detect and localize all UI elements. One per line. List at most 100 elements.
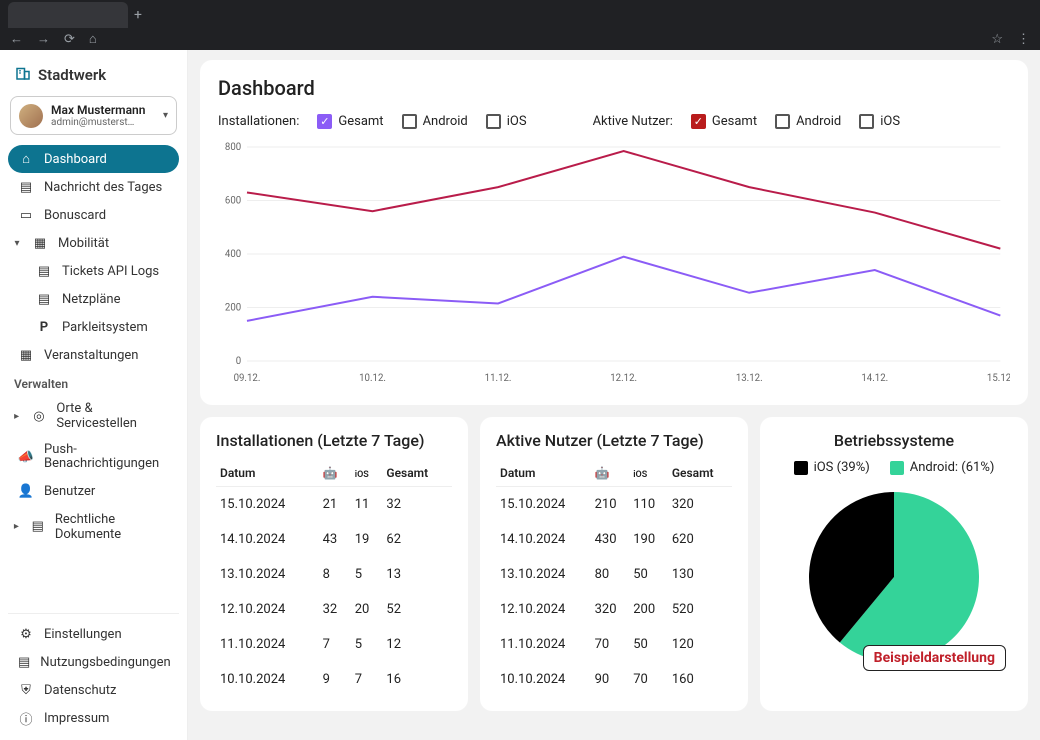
col-gesamt: Gesamt [382,460,452,487]
checkbox-install-ios[interactable]: iOS [486,114,527,129]
filter-aktive-label: Aktive Nutzer: [593,114,673,129]
chevron-down-icon: ▾ [163,110,168,121]
sidebar-item-rechtliche[interactable]: ▸ ▤ Rechtliche Dokumente [8,506,179,548]
sidebar-item-label: Datenschutz [44,683,116,698]
card-title: Aktive Nutzer (Letzte 7 Tage) [496,431,732,450]
table-row: 10.10.20249716 [216,662,452,697]
sidebar-item-label: Dashboard [44,152,107,167]
sidebar-item-nachricht[interactable]: ▤ Nachricht des Tages [8,173,179,201]
message-icon: ▤ [18,179,34,195]
col-ios: iOS [629,460,668,487]
sidebar-item-label: Einstellungen [44,627,122,642]
sidebar-item-bonuscard[interactable]: ▭ Bonuscard [8,201,179,229]
forward-icon[interactable]: → [37,31,50,47]
sidebar-item-veranstaltungen[interactable]: ▦ Veranstaltungen [8,341,179,369]
svg-text:13.12.: 13.12. [736,373,763,384]
page-title: Dashboard [218,76,1010,100]
sidebar-item-label: Rechtliche Dokumente [55,512,169,542]
svg-text:800: 800 [225,142,241,153]
android-icon: 🤖 [595,466,610,480]
sidebar-item-netzplaene[interactable]: ▤ Netzpläne [8,285,179,313]
svg-text:400: 400 [225,249,241,260]
table-row: 11.10.20247050120 [496,627,732,662]
menu-icon[interactable]: ⋮ [1017,32,1030,47]
card-aktive-nutzer: Aktive Nutzer (Letzte 7 Tage) Datum 🤖 iO… [480,417,748,711]
pie-chart: Beispieldarstellung [776,487,1012,667]
table-row: 12.10.2024320200520 [496,592,732,627]
col-gesamt: Gesamt [668,460,732,487]
table-row: 12.10.2024322052 [216,592,452,627]
os-legend: iOS (39%) Android: (61%) [776,460,1012,475]
table-aktive: Datum 🤖 iOS Gesamt 15.10.202421011032014… [496,460,732,697]
filter-installationen-label: Installationen: [218,114,299,129]
sidebar-item-benutzer[interactable]: 👤 Benutzer [8,478,179,506]
terms-icon: ▤ [18,654,30,670]
card-title: Betriebssysteme [776,431,1012,450]
svg-text:09.12.: 09.12. [234,373,261,384]
card-icon: ▭ [18,207,34,223]
new-tab-button[interactable]: + [128,2,148,28]
sidebar-item-label: Push-Benachrichtigungen [44,443,169,472]
card-installationen: Installationen (Letzte 7 Tage) Datum 🤖 i… [200,417,468,711]
star-icon[interactable]: ☆ [991,32,1003,47]
home-icon[interactable]: ⌂ [89,31,97,47]
sidebar-item-push[interactable]: 📣 Push-Benachrichtigungen [8,437,179,478]
brand: Stadtwerk [8,60,179,96]
user-icon: 👤 [18,484,34,500]
sidebar-item-datenschutz[interactable]: ⛨ Datenschutz [8,676,179,704]
document-icon: ▤ [31,519,45,535]
main-content: Dashboard Installationen: ✓Gesamt Androi… [188,50,1040,740]
section-verwalten: Verwalten [8,369,179,395]
sidebar-item-orte[interactable]: ▸ ◎ Orte & Servicestellen [8,395,179,437]
sidebar-item-label: Orte & Servicestellen [56,401,169,431]
sidebar-item-label: Nachricht des Tages [44,180,162,195]
reload-icon[interactable]: ⟳ [64,32,75,47]
map-icon: ▤ [36,291,52,307]
user-name: Max Mustermann [51,103,155,117]
sidebar-item-impressum[interactable]: ⓘ Impressum [8,704,179,732]
legend-android: Android: (61%) [910,460,995,475]
sidebar-item-dashboard[interactable]: ⌂ Dashboard [8,145,179,173]
svg-text:10.12.: 10.12. [359,373,386,384]
table-row: 13.10.20248050130 [496,557,732,592]
user-menu[interactable]: Max Mustermann admin@musterst… ▾ [10,96,177,135]
sidebar-item-parkleit[interactable]: P Parkleitsystem [8,313,179,341]
browser-chrome: + ← → ⟳ ⌂ ☆ ⋮ [0,0,1040,50]
checkbox-active-ios[interactable]: iOS [859,114,900,129]
gear-icon: ⚙ [18,626,34,642]
table-row: 14.10.2024430190620 [496,522,732,557]
parking-icon: P [36,319,52,335]
sidebar-item-mobilitaet[interactable]: ▾ ▦ Mobilität [8,229,179,257]
col-ios: iOS [351,460,383,487]
sidebar-item-tickets[interactable]: ▤ Tickets API Logs [8,257,179,285]
checkbox-install-gesamt[interactable]: ✓Gesamt [317,114,383,129]
grid-icon: ▦ [32,235,48,251]
sidebar-item-label: Tickets API Logs [62,264,159,279]
back-icon[interactable]: ← [10,31,23,47]
log-icon: ▤ [36,263,52,279]
table-installationen: Datum 🤖 iOS Gesamt 15.10.202421113214.10… [216,460,452,697]
checkbox-active-android[interactable]: Android [775,114,841,129]
sidebar-item-label: Impressum [44,711,109,726]
svg-text:14.12.: 14.12. [861,373,888,384]
sidebar-item-label: Benutzer [44,484,95,499]
sidebar-item-label: Mobilität [58,236,109,251]
sidebar-item-label: Bonuscard [44,208,106,223]
sidebar-item-label: Parkleitsystem [62,320,148,335]
megaphone-icon: 📣 [18,449,34,465]
browser-tab[interactable] [8,2,128,28]
pin-icon: ◎ [31,408,46,424]
calendar-icon: ▦ [18,347,34,363]
android-icon: 🤖 [323,466,338,480]
sidebar-item-einstellungen[interactable]: ⚙ Einstellungen [8,620,179,648]
demo-badge: Beispieldarstellung [863,645,1006,671]
svg-text:12.12.: 12.12. [610,373,637,384]
card-betriebssysteme: Betriebssysteme iOS (39%) Android: (61%)… [760,417,1028,711]
svg-text:15.12.: 15.12. [987,373,1010,384]
brand-icon [14,64,32,86]
checkbox-install-android[interactable]: Android [402,114,468,129]
checkbox-active-gesamt[interactable]: ✓Gesamt [691,114,757,129]
collapse-icon: ▾ [12,238,22,249]
sidebar-item-nutzung[interactable]: ▤ Nutzungsbedingungen [8,648,179,676]
dashboard-panel: Dashboard Installationen: ✓Gesamt Androi… [200,60,1028,405]
